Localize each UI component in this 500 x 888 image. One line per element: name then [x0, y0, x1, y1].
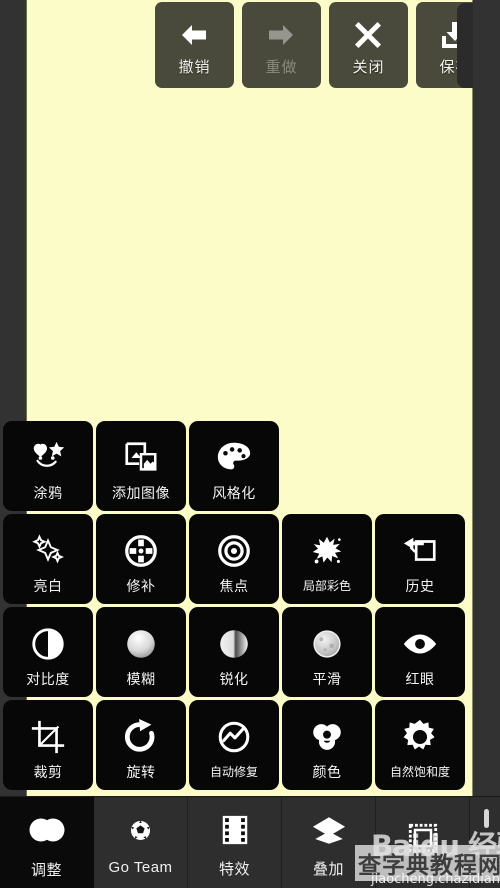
tab-label: Go Team: [108, 858, 173, 876]
tool-label: 添加图像: [112, 484, 170, 501]
close-x-icon: [352, 19, 386, 53]
tool-sharpen[interactable]: 锐化: [189, 607, 279, 697]
adjust-circles-icon: [25, 813, 69, 852]
tool-stylize[interactable]: 风格化: [189, 421, 279, 511]
film-strip-icon: [219, 814, 251, 851]
splatter-icon: [308, 532, 346, 570]
tool-label: 旋转: [126, 763, 156, 780]
redo-label: 重做: [265, 59, 298, 76]
smooth-icon: [308, 625, 346, 663]
tool-label: 修补: [126, 577, 156, 594]
tab-frames[interactable]: [376, 797, 470, 888]
arrow-right-icon: [265, 19, 299, 53]
tool-label: 亮白: [33, 577, 63, 594]
tool-history[interactable]: 历史: [375, 514, 465, 604]
color-circles-icon: [308, 718, 346, 756]
tool-label: 涂鸦: [33, 484, 63, 501]
tool-label: 对比度: [26, 670, 70, 687]
palette-icon: [215, 439, 253, 477]
tool-blur[interactable]: 模糊: [96, 607, 186, 697]
undo-button[interactable]: 撤销: [155, 2, 234, 88]
tool-crop[interactable]: 裁剪: [3, 700, 93, 790]
tool-whiten[interactable]: 亮白: [3, 514, 93, 604]
tool-vibrance[interactable]: 自然饱和度: [375, 700, 465, 790]
tool-label: 历史: [405, 577, 435, 594]
tool-label: 自动修复: [209, 764, 258, 779]
tool-auto-fix[interactable]: 自动修复: [189, 700, 279, 790]
frame-border-icon: [407, 822, 439, 859]
tool-label: 风格化: [212, 484, 256, 501]
tool-grid: 涂鸦 添加图像 风格化 亮白 修补 焦点 局部彩色 历史 对比度 模糊 锐化 平…: [0, 421, 473, 793]
tool-doodle[interactable]: 涂鸦: [3, 421, 93, 511]
tool-grid-row: 涂鸦 添加图像 风格化: [0, 421, 473, 511]
auto-fix-icon: [215, 718, 253, 756]
tool-label: 平滑: [312, 670, 342, 687]
tab-label: 调整: [30, 862, 62, 879]
blur-icon: [122, 625, 160, 663]
tool-grid-row: 亮白 修补 焦点 局部彩色 历史: [0, 514, 473, 604]
tool-label: 红眼: [405, 670, 435, 687]
crop-icon: [29, 718, 67, 756]
tool-label: 局部彩色: [302, 578, 351, 593]
tool-color[interactable]: 颜色: [282, 700, 372, 790]
doodle-icon: [29, 439, 67, 477]
tool-label: 颜色: [312, 763, 342, 780]
undo-label: 撤销: [178, 59, 211, 76]
close-button[interactable]: 关闭: [329, 2, 408, 88]
tool-label: 裁剪: [33, 763, 63, 780]
arrow-left-icon: [178, 19, 212, 53]
tool-smooth[interactable]: 平滑: [282, 607, 372, 697]
close-label: 关闭: [352, 59, 385, 76]
tool-rotate[interactable]: 旋转: [96, 700, 186, 790]
tool-grid-row: 裁剪 旋转 自动修复 颜色 自然饱和度: [0, 700, 473, 790]
tab-go-team[interactable]: Go Team: [94, 797, 188, 888]
tool-label: 自然饱和度: [389, 764, 450, 779]
right-side-strip: [473, 0, 500, 888]
tool-focus[interactable]: 焦点: [189, 514, 279, 604]
tab-overlay[interactable]: 叠加: [282, 797, 376, 888]
top-toolbar: 撤销 重做 关闭 保存: [155, 2, 495, 90]
tool-patch[interactable]: 修补: [96, 514, 186, 604]
redo-button[interactable]: 重做: [242, 2, 321, 88]
sun-vibrance-icon: [401, 718, 439, 756]
ball-icon: [127, 817, 154, 849]
tool-label: 焦点: [219, 577, 249, 594]
sharpen-icon: [215, 625, 253, 663]
layers-icon: [311, 815, 347, 851]
tool-label: 锐化: [219, 670, 249, 687]
bottom-bar-scroll-indicator[interactable]: [484, 809, 489, 828]
tool-selective-color[interactable]: 局部彩色: [282, 514, 372, 604]
tool-label: 模糊: [126, 670, 156, 687]
tab-adjust[interactable]: 调整: [0, 797, 94, 888]
contrast-icon: [29, 625, 67, 663]
tool-red-eye[interactable]: 红眼: [375, 607, 465, 697]
eye-icon: [401, 625, 439, 663]
bottom-tab-bar: 调整 Go Team 特效 叠加: [0, 796, 500, 888]
tool-add-image[interactable]: 添加图像: [96, 421, 186, 511]
patch-target-icon: [122, 532, 160, 570]
tool-grid-row: 对比度 模糊 锐化 平滑 红眼: [0, 607, 473, 697]
sparkle-icon: [29, 532, 67, 570]
rotate-icon: [122, 718, 160, 756]
focus-rings-icon: [215, 532, 253, 570]
add-image-icon: [122, 439, 160, 477]
tool-contrast[interactable]: 对比度: [3, 607, 93, 697]
tab-label: 叠加: [312, 860, 344, 878]
tab-label: 特效: [218, 861, 250, 878]
photo-editor-app: 撤销 重做 关闭 保存 涂鸦 添加图像 风格化 亮白 修补 焦点 局部彩色 历史…: [0, 0, 500, 888]
tab-effects[interactable]: 特效: [188, 797, 282, 888]
history-icon: [401, 532, 439, 570]
